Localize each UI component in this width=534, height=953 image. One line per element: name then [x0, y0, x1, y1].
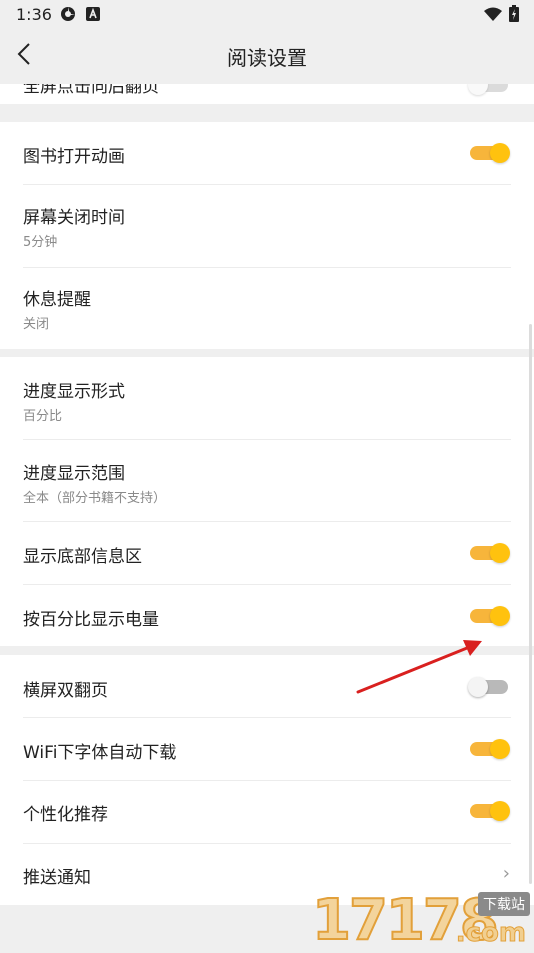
setting-title: 推送通知	[23, 868, 91, 888]
personalized-recommend-toggle[interactable]	[470, 801, 510, 821]
setting-row-wifi-font-download[interactable]: WiFi下字体自动下载	[0, 718, 534, 780]
watermark-suffix: .com	[455, 918, 526, 949]
setting-subtitle: 关闭	[23, 317, 50, 332]
setting-row-personalized-recommend[interactable]: 个性化推荐	[0, 781, 534, 843]
watermark-tag: 下载站	[478, 892, 530, 916]
settings-card-group-2: 进度显示形式 百分比 进度显示范围 全本（部分书籍不支持） 显示底部信息区 按百…	[0, 357, 534, 646]
setting-title: 全屏点击向后翻页	[23, 84, 159, 97]
setting-title: 休息提醒	[23, 290, 91, 310]
setting-title: WiFi下字体自动下载	[23, 743, 177, 763]
fullscreen-tap-toggle[interactable]	[468, 84, 508, 95]
wifi-icon	[484, 6, 502, 25]
setting-title: 图书打开动画	[23, 147, 125, 167]
setting-row-screen-off-time[interactable]: 屏幕关闭时间 5分钟	[0, 185, 534, 267]
setting-title: 进度显示形式	[23, 382, 125, 402]
a-badge-icon	[86, 6, 100, 25]
setting-title: 横屏双翻页	[23, 681, 108, 701]
landscape-dual-page-toggle[interactable]	[468, 677, 508, 697]
setting-title: 个性化推荐	[23, 805, 108, 825]
wifi-font-download-toggle[interactable]	[470, 739, 510, 759]
setting-title: 进度显示范围	[23, 464, 125, 484]
setting-row-bottom-info[interactable]: 显示底部信息区	[0, 522, 534, 584]
setting-row-progress-format[interactable]: 进度显示形式 百分比	[0, 357, 534, 439]
status-bar: 1:36	[0, 0, 534, 28]
battery-percent-toggle[interactable]	[470, 606, 510, 626]
setting-row-book-open-animation[interactable]: 图书打开动画	[0, 122, 534, 184]
setting-row-rest-reminder[interactable]: 休息提醒 关闭	[0, 268, 534, 349]
setting-row-progress-range[interactable]: 进度显示范围 全本（部分书籍不支持）	[0, 440, 534, 521]
bottom-info-toggle[interactable]	[470, 543, 510, 563]
settings-gear-icon	[60, 6, 76, 26]
status-time: 1:36	[16, 5, 52, 24]
watermark-logo: 17178 下载站 .com	[311, 887, 534, 953]
setting-title: 屏幕关闭时间	[23, 208, 125, 228]
setting-title: 显示底部信息区	[23, 547, 142, 567]
settings-card-group-1: 图书打开动画 屏幕关闭时间 5分钟 休息提醒 关闭	[0, 122, 534, 349]
setting-subtitle: 5分钟	[23, 235, 58, 250]
settings-card-group-3: 横屏双翻页 WiFi下字体自动下载 个性化推荐 推送通知 ›	[0, 655, 534, 905]
setting-row-fullscreen-tap[interactable]: 全屏点击向后翻页	[0, 84, 534, 104]
setting-subtitle: 全本（部分书籍不支持）	[23, 491, 167, 506]
settings-list[interactable]: 全屏点击向后翻页 图书打开动画 屏幕关闭时间 5分钟 休息提醒 关闭 进度显示形…	[0, 84, 534, 950]
settings-card-top-partial: 全屏点击向后翻页	[0, 84, 534, 104]
battery-charging-icon	[509, 5, 519, 26]
setting-title: 按百分比显示电量	[23, 610, 159, 630]
chevron-right-icon: ›	[502, 863, 510, 884]
setting-row-battery-percent[interactable]: 按百分比显示电量	[0, 585, 534, 646]
page-title: 阅读设置	[227, 46, 307, 70]
setting-subtitle: 百分比	[23, 409, 63, 424]
setting-row-landscape-dual-page[interactable]: 横屏双翻页	[0, 655, 534, 717]
app-bar: 阅读设置	[0, 28, 534, 84]
book-open-animation-toggle[interactable]	[470, 143, 510, 163]
scrollbar[interactable]	[529, 324, 532, 884]
